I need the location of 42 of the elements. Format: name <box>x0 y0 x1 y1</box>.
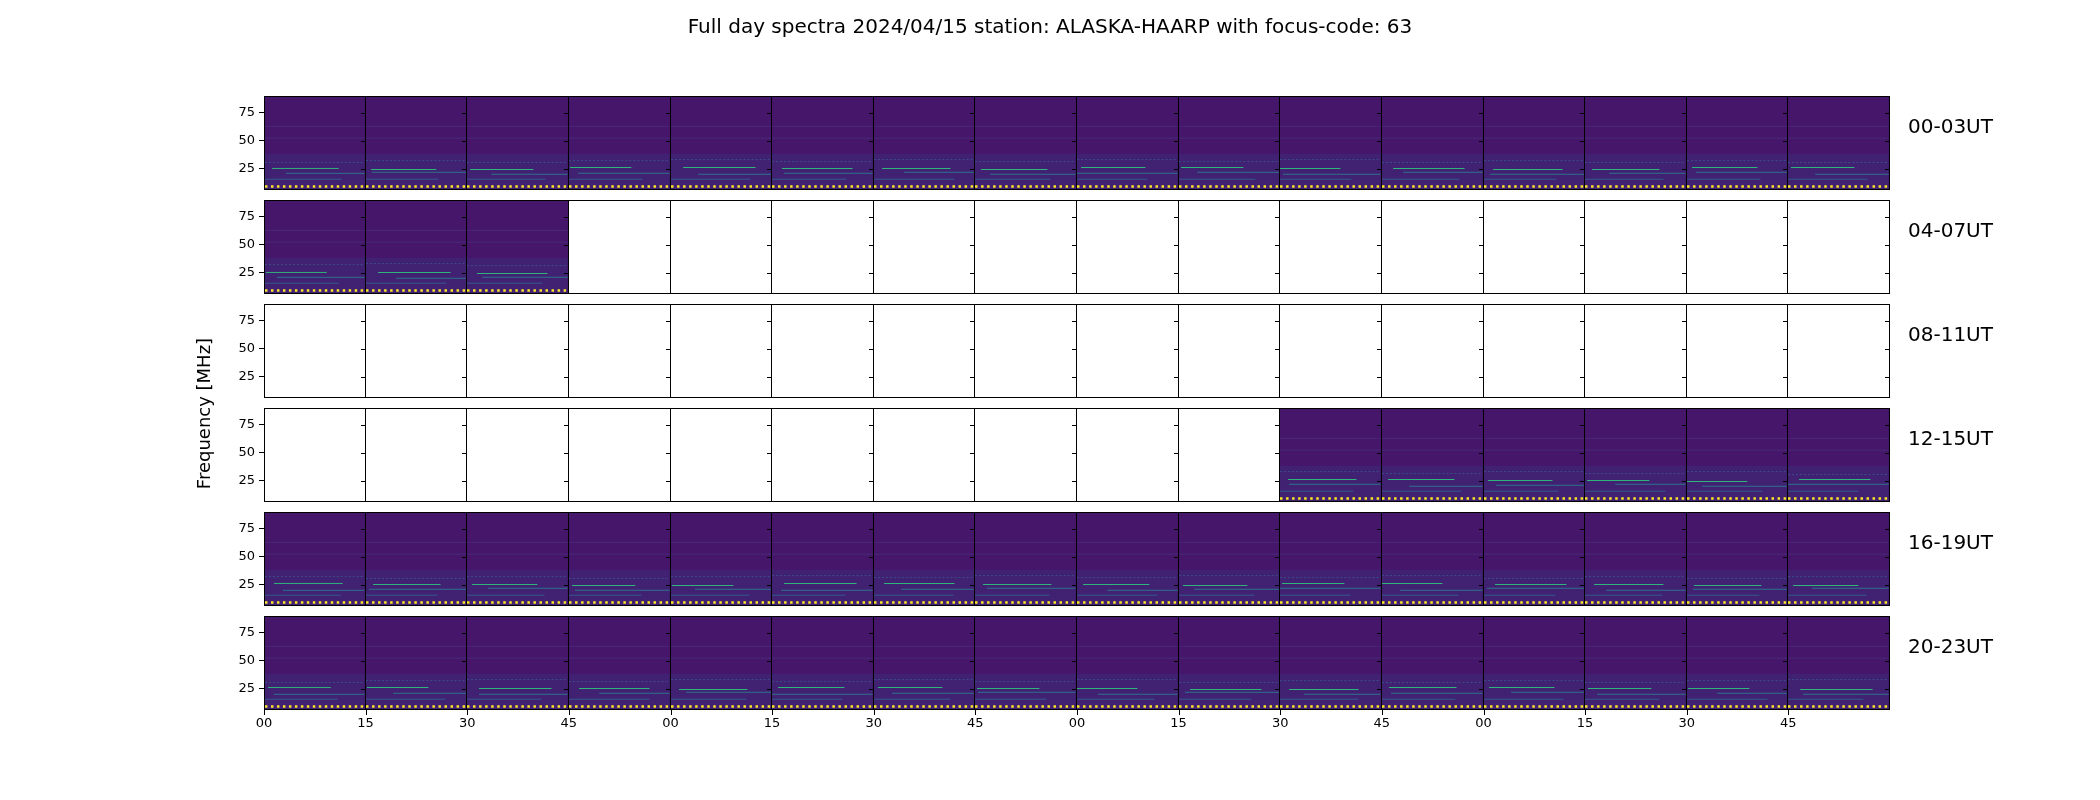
y-tick-label: 25 <box>238 264 255 280</box>
y-tick-label: 50 <box>238 652 255 668</box>
x-tick-label: 15 <box>1170 715 1187 731</box>
y-tick-label: 75 <box>238 624 255 640</box>
row-time-label: 12-15UT <box>1908 426 1993 450</box>
y-tick-label: 75 <box>238 312 255 328</box>
y-tick-label: 75 <box>238 520 255 536</box>
x-tick-label: 30 <box>459 715 476 731</box>
row-time-label: 00-03UT <box>1908 114 1993 138</box>
x-tick-label: 45 <box>1373 715 1391 731</box>
y-tick-label: 25 <box>238 576 255 592</box>
x-tick-label: 15 <box>357 715 374 731</box>
row-time-label: 20-23UT <box>1908 634 1993 658</box>
x-tick-label: 00 <box>1475 715 1492 731</box>
y-tick-label: 50 <box>238 340 255 356</box>
y-tick-label: 25 <box>238 368 255 384</box>
x-tick-label: 30 <box>1678 715 1695 731</box>
y-tick-label: 50 <box>238 444 255 460</box>
y-tick-label: 75 <box>238 416 255 432</box>
x-tick-label: 00 <box>662 715 679 731</box>
y-tick-label: 50 <box>238 132 255 148</box>
y-tick-label: 25 <box>238 472 255 488</box>
y-tick-label: 75 <box>238 104 255 120</box>
y-tick-label: 50 <box>238 548 255 564</box>
row-time-label: 08-11UT <box>1908 322 1993 346</box>
x-tick-label: 30 <box>1272 715 1289 731</box>
row-time-label: 04-07UT <box>1908 218 1993 242</box>
x-tick-label: 45 <box>1780 715 1797 731</box>
x-tick-label: 15 <box>763 715 781 731</box>
figure-title: Full day spectra 2024/04/15 station: ALASKA-HAARP with focus-code: 63 <box>687 13 1413 40</box>
y-tick-label: 50 <box>238 236 255 252</box>
row-time-label: 16-19UT <box>1908 530 1993 554</box>
x-tick-label: 45 <box>560 715 578 731</box>
y-tick-label: 25 <box>238 680 255 696</box>
x-tick-label: 30 <box>865 715 882 731</box>
x-tick-label: 00 <box>1068 715 1086 731</box>
y-axis-label: Frequency [MHz] <box>193 337 215 490</box>
y-tick-label: 25 <box>238 160 255 176</box>
x-tick-label: 45 <box>967 715 984 731</box>
x-tick-label: 00 <box>255 715 273 731</box>
x-tick-label: 15 <box>1576 715 1594 731</box>
y-tick-label: 75 <box>238 208 255 224</box>
